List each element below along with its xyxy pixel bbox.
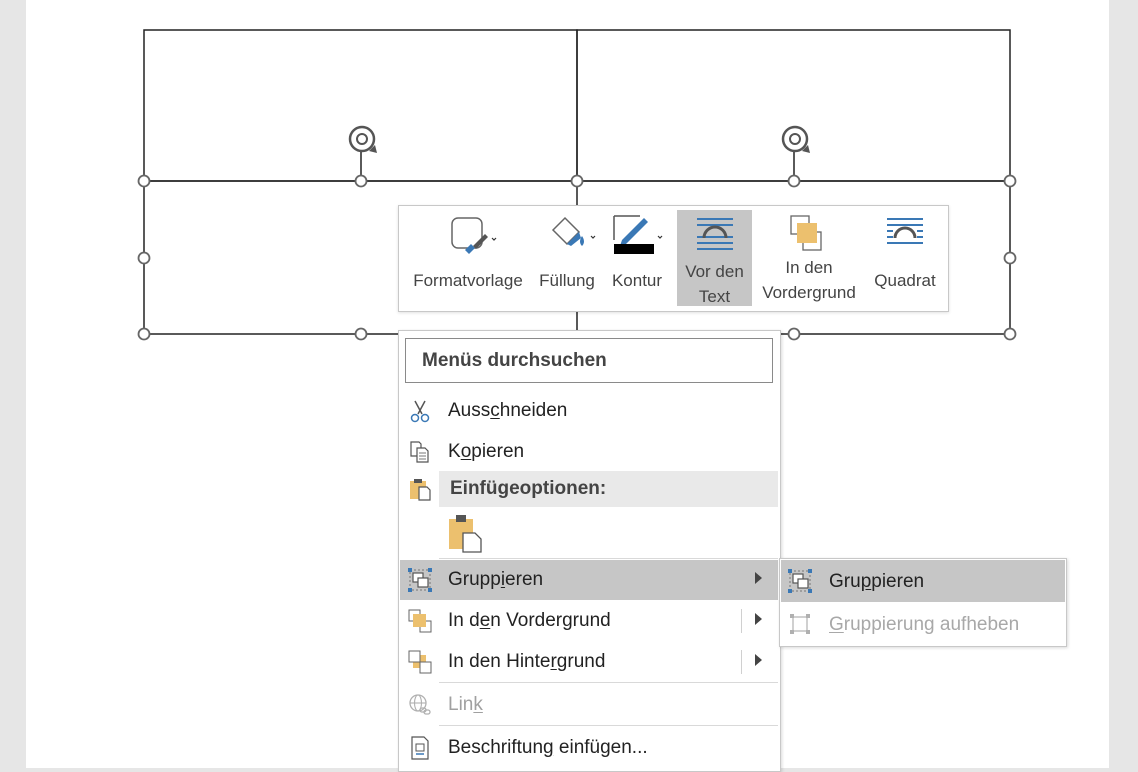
square-wrap-label: Quadrat <box>874 271 936 290</box>
outline-button[interactable]: Kontur <box>604 206 670 311</box>
sizing-handle[interactable] <box>1003 174 1017 188</box>
menu-item-send-to-back-label: In den Hintergrund <box>448 651 606 672</box>
sizing-handle[interactable] <box>570 174 584 188</box>
submenu-arrow-icon <box>755 572 762 584</box>
paste-options-icon <box>410 479 431 501</box>
mini-toolbar: Formatvorlage Füllung Kontur Vor den Tex… <box>398 205 949 312</box>
group-icon <box>788 569 812 593</box>
link-globe-icon <box>409 694 431 715</box>
sizing-handle[interactable] <box>137 251 151 265</box>
ungroup-icon <box>790 614 810 634</box>
format-style-label: Formatvorlage <box>413 271 523 290</box>
submenu-item-group[interactable]: Gruppieren <box>781 560 1065 602</box>
in-front-of-text-icon <box>697 218 733 250</box>
menu-separator <box>439 682 778 683</box>
insert-caption-icon <box>411 736 429 760</box>
sizing-handle[interactable] <box>787 327 801 341</box>
menu-search-label: Menüs durchsuchen <box>422 350 607 371</box>
submenu-item-ungroup: Gruppierung aufheben <box>781 603 1065 645</box>
paint-bucket-icon <box>551 216 596 246</box>
menu-item-link: Link <box>400 685 778 725</box>
format-style-button[interactable]: Formatvorlage <box>405 206 531 311</box>
menu-item-group-label: Gruppieren <box>448 569 544 590</box>
submenu-arrow-icon[interactable] <box>755 613 762 625</box>
menu-item-cut[interactable]: Ausschneiden <box>400 391 778 431</box>
menu-search-input[interactable]: Menüs durchsuchen <box>405 338 773 383</box>
sizing-handle[interactable] <box>137 327 151 341</box>
sizing-handle[interactable] <box>354 174 368 188</box>
menu-item-send-to-back[interactable]: In den Hintergrund <box>400 642 778 682</box>
menu-item-cut-label: Ausschneiden <box>448 400 568 421</box>
bring-to-front-icon <box>790 215 822 251</box>
in-front-of-text-button[interactable]: Vor den Text <box>677 210 752 306</box>
paste-options-header: Einfügeoptionen: <box>439 471 778 507</box>
menu-separator <box>439 725 778 726</box>
submenu-item-ungroup-label: Gruppierung aufheben <box>829 614 1020 635</box>
menu-separator <box>439 558 778 559</box>
scissors-icon <box>410 400 430 423</box>
sizing-handle[interactable] <box>354 327 368 341</box>
menu-item-bring-to-front[interactable]: In den Vordergrund <box>400 601 778 641</box>
menu-item-link-label: Link <box>448 694 483 715</box>
menu-item-bring-to-front-label: In den Vordergrund <box>448 610 611 631</box>
sizing-handle[interactable] <box>137 174 151 188</box>
menu-item-group[interactable]: Gruppieren <box>400 560 778 600</box>
menu-item-insert-caption-label: Beschriftung einfügen... <box>448 737 648 758</box>
menu-item-copy[interactable]: Kopieren <box>400 432 778 472</box>
paste-options-label: Einfügeoptionen: <box>450 478 607 499</box>
bring-to-front-icon <box>408 609 432 633</box>
fill-button[interactable]: Füllung <box>535 206 599 311</box>
rotation-handle-left[interactable] <box>348 125 377 153</box>
fill-label: Füllung <box>539 271 595 290</box>
menu-item-insert-caption[interactable]: Beschriftung einfügen... <box>400 728 778 768</box>
split-divider <box>741 650 742 674</box>
bring-to-front-label-line2: Vordergrund <box>762 283 856 302</box>
sizing-handle[interactable] <box>787 174 801 188</box>
send-to-back-icon <box>408 650 432 674</box>
paste-keep-source-icon[interactable] <box>447 513 483 553</box>
submenu-item-group-label: Gruppieren <box>829 571 925 592</box>
group-icon <box>408 568 432 592</box>
square-wrap-button[interactable]: Quadrat <box>867 206 943 311</box>
shape-style-icon <box>451 217 497 254</box>
sizing-handle[interactable] <box>1003 251 1017 265</box>
square-wrap-icon <box>887 218 923 244</box>
sizing-handle[interactable] <box>1003 327 1017 341</box>
submenu-arrow-icon[interactable] <box>755 654 762 666</box>
bring-to-front-label-line1: In den <box>785 258 833 277</box>
in-front-of-text-label-line2: Text <box>698 287 731 306</box>
split-divider <box>741 609 742 633</box>
pen-outline-icon <box>613 215 663 254</box>
copy-icon <box>410 441 429 463</box>
context-menu: Menüs durchsuchen Ausschneiden Kopieren … <box>398 330 781 772</box>
menu-item-copy-label: Kopieren <box>448 441 525 462</box>
outline-label: Kontur <box>611 271 663 290</box>
bring-to-front-button[interactable]: In den Vordergrund <box>755 206 863 311</box>
rotation-handle-right[interactable] <box>781 125 810 153</box>
in-front-of-text-label-line1: Vor den <box>685 262 744 281</box>
group-submenu: Gruppieren Gruppierung aufheben <box>779 558 1067 647</box>
